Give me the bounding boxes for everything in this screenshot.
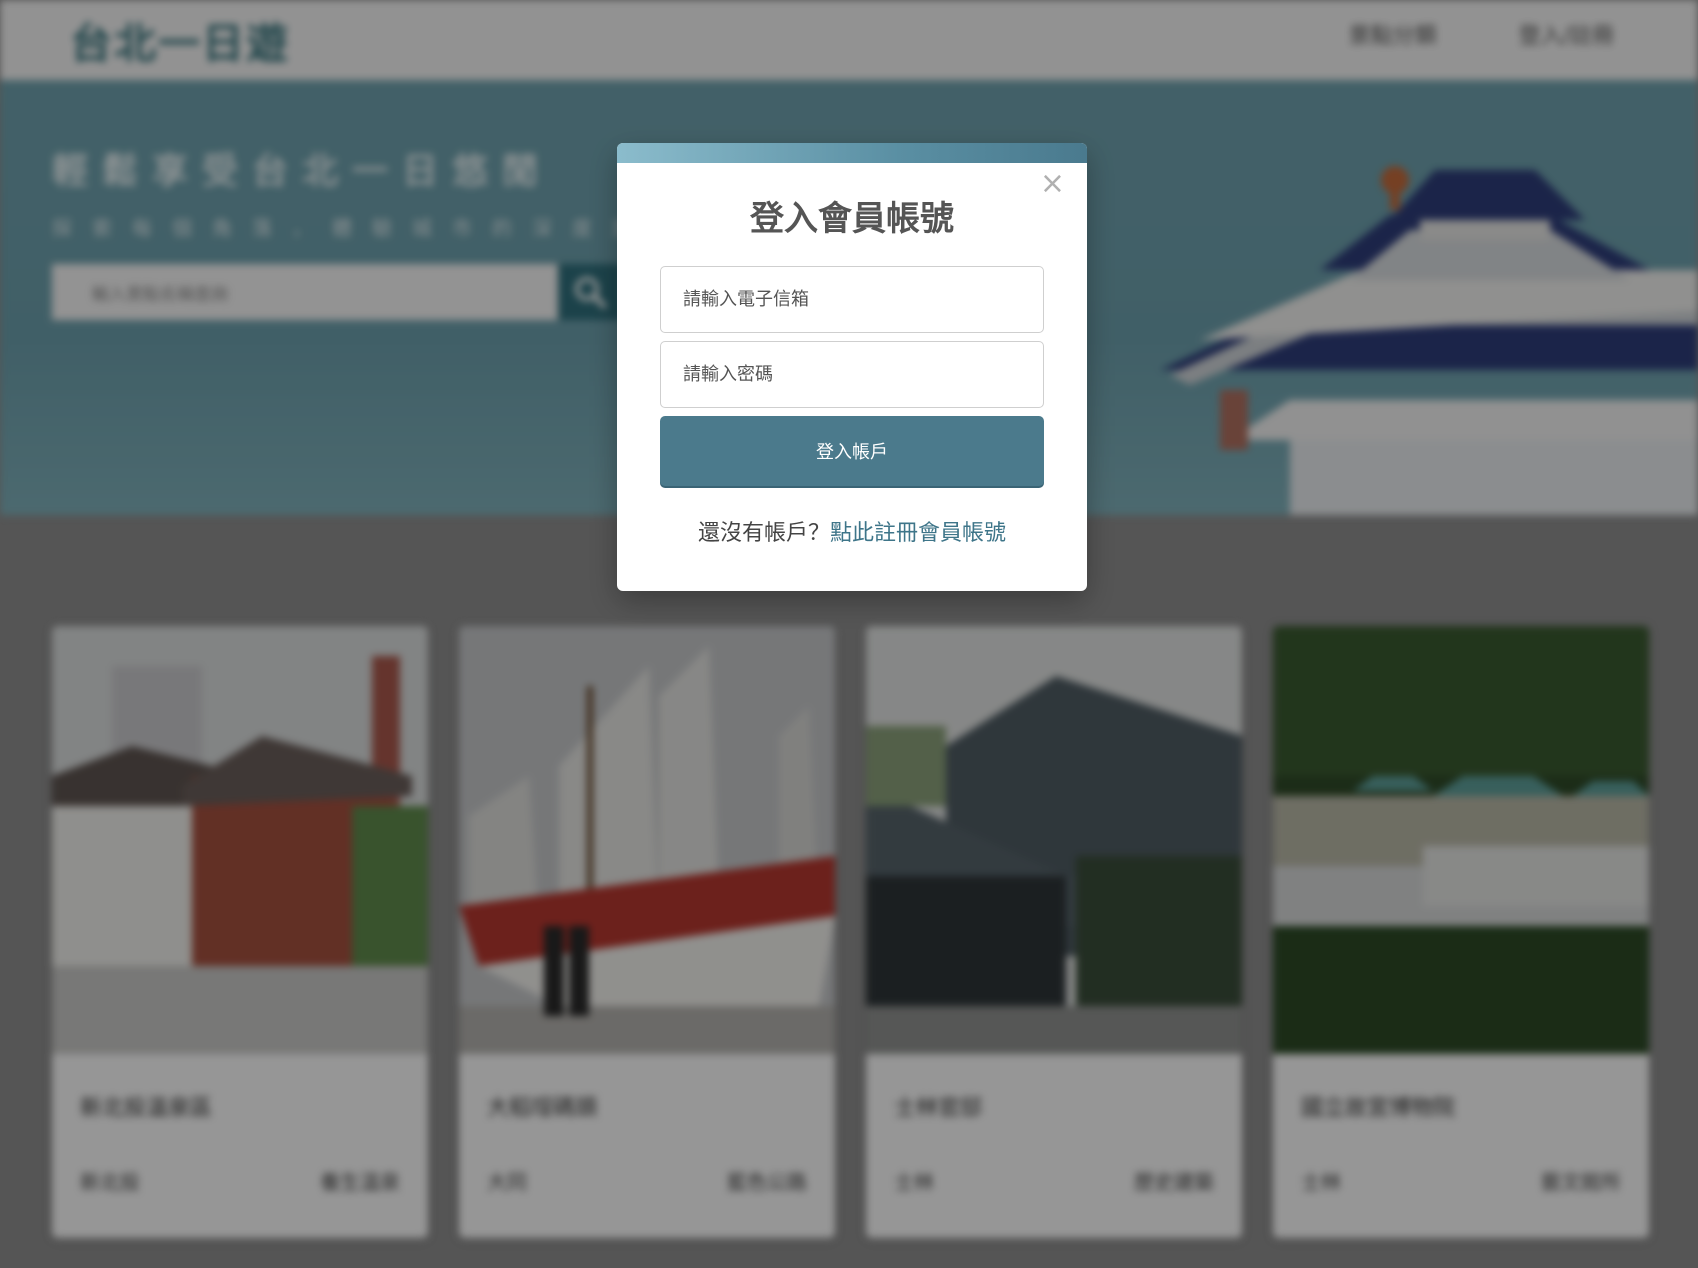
modal-top-bar — [617, 143, 1087, 163]
register-line: 還沒有帳戶？點此註冊會員帳號 — [617, 515, 1087, 547]
password-field[interactable] — [660, 341, 1044, 408]
login-button[interactable]: 登入帳戶 — [660, 416, 1044, 486]
email-field[interactable] — [660, 266, 1044, 333]
register-link[interactable]: 點此註冊會員帳號 — [830, 521, 1006, 546]
register-prompt: 還沒有帳戶？ — [697, 521, 830, 546]
login-modal: × 登入會員帳號 登入帳戶 還沒有帳戶？點此註冊會員帳號 — [617, 143, 1087, 591]
modal-title: 登入會員帳號 — [750, 199, 954, 239]
